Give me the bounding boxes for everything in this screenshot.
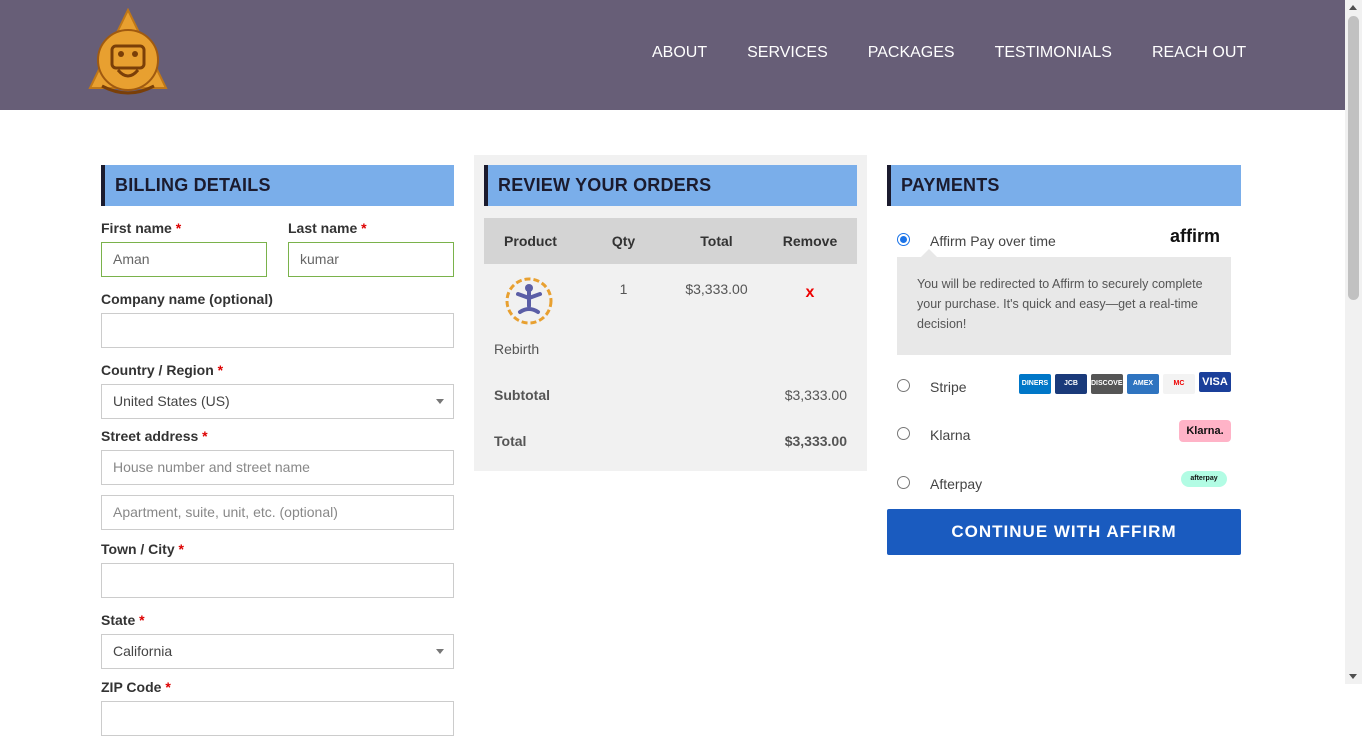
last-name-input[interactable]: kumar bbox=[288, 242, 454, 277]
discover-card-icon: DISCOVER bbox=[1091, 374, 1128, 394]
apartment-input[interactable]: Apartment, suite, unit, etc. (optional) bbox=[101, 495, 454, 530]
site-header: ABOUT SERVICES PACKAGES TESTIMONIALS REA… bbox=[0, 0, 1345, 110]
nav-testimonials[interactable]: TESTIMONIALS bbox=[995, 44, 1112, 62]
visa-card-icon: VISA bbox=[1199, 372, 1231, 392]
product-thumbnail bbox=[505, 277, 553, 325]
country-value: United States (US) bbox=[113, 393, 230, 409]
required-mark: * bbox=[178, 541, 184, 557]
order-table: Product Qty Total Remove Rebirth 1 $3,33… bbox=[484, 218, 857, 464]
billing-details: BILLING DETAILS First name * Aman Last n… bbox=[101, 165, 454, 736]
required-mark: * bbox=[202, 428, 208, 444]
company-input[interactable] bbox=[101, 313, 454, 348]
zip-label: ZIP Code bbox=[101, 679, 162, 695]
street-input[interactable]: House number and street name bbox=[101, 450, 454, 485]
review-orders: REVIEW YOUR ORDERS Product Qty Total Rem… bbox=[474, 155, 867, 471]
mastercard-icon: MC bbox=[1163, 374, 1195, 394]
klarna-logo: Klarna. bbox=[1179, 420, 1231, 442]
afterpay-logo: afterpay bbox=[1181, 471, 1227, 487]
klarna-label: Klarna bbox=[930, 427, 971, 443]
nav-about[interactable]: ABOUT bbox=[652, 44, 707, 62]
country-select[interactable]: United States (US) bbox=[101, 384, 454, 419]
order-table-header: Product Qty Total Remove bbox=[484, 218, 857, 264]
col-qty: Qty bbox=[611, 233, 636, 249]
item-total: $3,333.00 bbox=[685, 281, 748, 297]
scroll-up-icon[interactable] bbox=[1349, 5, 1357, 10]
item-qty: 1 bbox=[619, 281, 628, 297]
chevron-down-icon bbox=[436, 399, 444, 404]
jcb-card-icon: JCB bbox=[1055, 374, 1087, 394]
stripe-label: Stripe bbox=[930, 379, 967, 395]
continue-with-affirm-button[interactable]: CONTINUE WITH AFFIRM bbox=[887, 509, 1241, 555]
payment-option-afterpay[interactable]: Afterpay afterpay bbox=[887, 467, 1241, 515]
afterpay-label: Afterpay bbox=[930, 476, 983, 492]
billing-title: BILLING DETAILS bbox=[101, 165, 454, 206]
city-label: Town / City bbox=[101, 541, 175, 557]
company-label: Company name (optional) bbox=[101, 291, 273, 307]
total-label: Total bbox=[494, 433, 527, 449]
product-name[interactable]: Rebirth bbox=[494, 341, 577, 357]
klarna-radio[interactable] bbox=[897, 427, 910, 440]
remove-icon[interactable]: x bbox=[763, 264, 857, 372]
chevron-down-icon bbox=[436, 649, 444, 654]
subtotal-row: Subtotal $3,333.00 bbox=[484, 372, 857, 418]
state-label: State bbox=[101, 612, 136, 628]
zip-input[interactable] bbox=[101, 701, 454, 736]
col-total: Total bbox=[700, 233, 733, 249]
payments: PAYMENTS Affirm Pay over time affirm You… bbox=[887, 165, 1241, 555]
affirm-logo: affirm bbox=[1169, 226, 1220, 246]
col-remove: Remove bbox=[782, 233, 838, 249]
payments-title: PAYMENTS bbox=[887, 165, 1241, 206]
country-label: Country / Region bbox=[101, 362, 214, 378]
main-nav: ABOUT SERVICES PACKAGES TESTIMONIALS REA… bbox=[652, 44, 1286, 62]
nav-reach-out[interactable]: REACH OUT bbox=[1152, 44, 1246, 62]
brand-logo[interactable] bbox=[88, 8, 168, 100]
required-mark: * bbox=[361, 220, 367, 236]
subtotal-value: $3,333.00 bbox=[784, 387, 847, 403]
required-mark: * bbox=[165, 679, 171, 695]
nav-packages[interactable]: PACKAGES bbox=[868, 44, 955, 62]
table-row: Rebirth 1 $3,333.00 x bbox=[484, 264, 857, 372]
subtotal-label: Subtotal bbox=[494, 387, 550, 403]
required-mark: * bbox=[175, 220, 182, 236]
street-placeholder: House number and street name bbox=[113, 459, 310, 475]
col-product: Product bbox=[504, 233, 557, 249]
total-value: $3,333.00 bbox=[784, 433, 847, 449]
first-name-input[interactable]: Aman bbox=[101, 242, 267, 277]
amex-card-icon: AMEX bbox=[1127, 374, 1159, 394]
street-label: Street address bbox=[101, 428, 199, 444]
scrollbar-thumb[interactable] bbox=[1348, 16, 1359, 300]
required-mark: * bbox=[139, 612, 145, 628]
total-row: Total $3,333.00 bbox=[484, 418, 857, 464]
payment-option-klarna[interactable]: Klarna Klarna. bbox=[887, 419, 1241, 467]
first-name-label: First name bbox=[101, 220, 172, 236]
state-select[interactable]: California bbox=[101, 634, 454, 669]
diners-card-icon: DINERS bbox=[1019, 374, 1051, 394]
afterpay-radio[interactable] bbox=[897, 476, 910, 489]
city-input[interactable] bbox=[101, 563, 454, 598]
page-scrollbar[interactable] bbox=[1345, 0, 1362, 684]
affirm-label: Affirm Pay over time bbox=[930, 233, 1056, 249]
review-title: REVIEW YOUR ORDERS bbox=[484, 165, 857, 206]
payment-option-stripe[interactable]: Stripe DINERS JCB DISCOVER AMEX MC VISA bbox=[887, 371, 1241, 419]
last-name-label: Last name bbox=[288, 220, 358, 236]
apartment-placeholder: Apartment, suite, unit, etc. (optional) bbox=[113, 504, 338, 520]
card-logos: DINERS JCB DISCOVER AMEX MC VISA bbox=[1015, 372, 1231, 394]
affirm-radio[interactable] bbox=[897, 233, 910, 246]
state-value: California bbox=[113, 643, 173, 659]
scroll-down-icon[interactable] bbox=[1349, 674, 1357, 679]
required-mark: * bbox=[217, 362, 224, 378]
stripe-radio[interactable] bbox=[897, 379, 910, 392]
nav-services[interactable]: SERVICES bbox=[747, 44, 828, 62]
affirm-message: You will be redirected to Affirm to secu… bbox=[897, 249, 1231, 355]
